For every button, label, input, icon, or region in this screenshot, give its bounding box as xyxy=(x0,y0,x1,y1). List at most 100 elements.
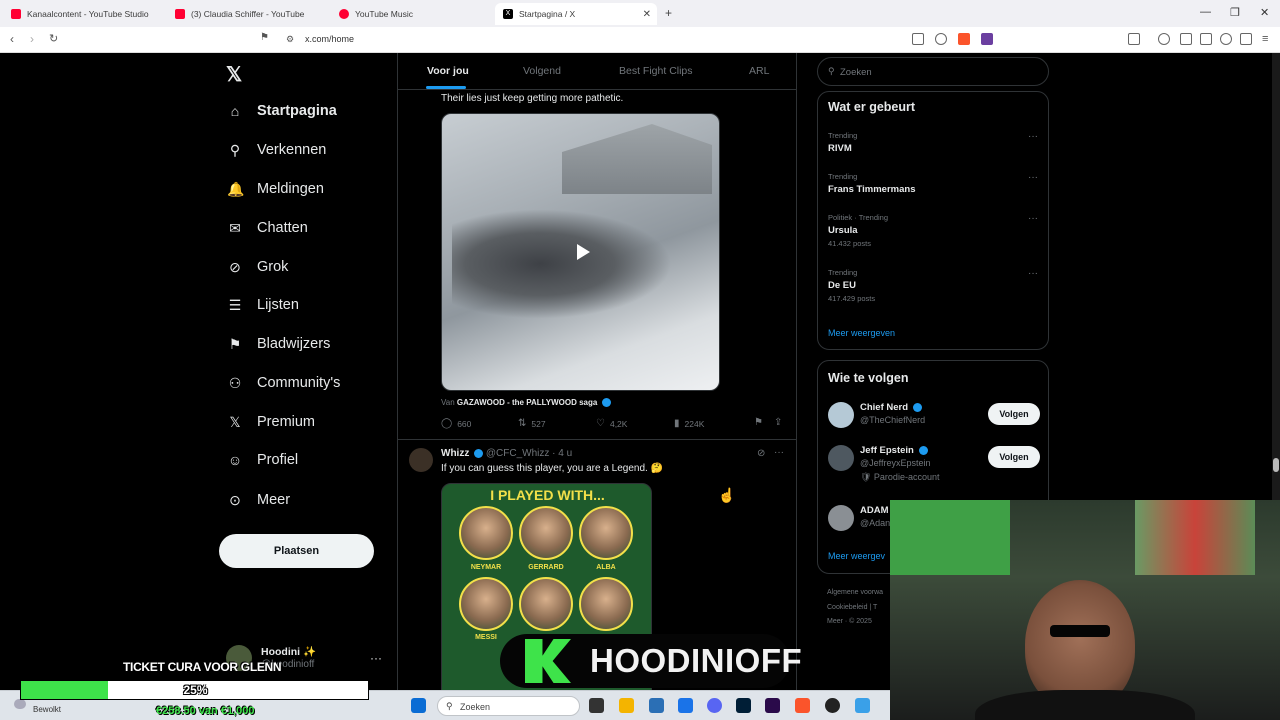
browser-tab-bar: Kanaalcontent - YouTube Studio (3) Claud… xyxy=(0,0,1280,27)
more-dots-icon[interactable]: ··· xyxy=(1028,131,1038,142)
browser-tab-youtube-music[interactable]: YouTube Music xyxy=(332,3,497,25)
premiere-icon[interactable] xyxy=(765,698,780,713)
media-icon[interactable] xyxy=(1158,33,1170,45)
webcam-overlay xyxy=(890,500,1280,720)
share-icon[interactable] xyxy=(935,33,947,45)
sidebar-item-startpagina[interactable]: ⌂ Startpagina xyxy=(227,103,337,119)
vpn-icon[interactable] xyxy=(1240,33,1252,45)
tab-best-fight-clips[interactable]: Best Fight Clips xyxy=(619,65,693,77)
taskbar-search[interactable]: ⚲ Zoeken xyxy=(437,696,580,716)
discord-icon[interactable] xyxy=(707,698,722,713)
video-thumbnail[interactable] xyxy=(441,113,720,391)
search-input[interactable]: ⚲ Zoeken xyxy=(817,57,1049,86)
task-view-icon[interactable] xyxy=(589,698,604,713)
trend-item[interactable]: Trending RIVM ··· xyxy=(828,131,1038,154)
more-dots-icon[interactable]: ··· xyxy=(370,651,382,665)
file-explorer-icon[interactable] xyxy=(619,698,634,713)
sidebar-toggle-icon[interactable] xyxy=(1128,33,1140,45)
search-placeholder: Zoeken xyxy=(840,67,872,78)
tab-voor-jou[interactable]: Voor jou xyxy=(427,65,469,77)
more-dots-icon[interactable]: ··· xyxy=(1028,268,1038,279)
browser-tab-x-home[interactable]: X Startpagina / X ✕ xyxy=(495,3,657,25)
avatar[interactable] xyxy=(409,448,433,472)
show-more-link[interactable]: Meer weergeven xyxy=(828,328,895,338)
maximize-icon[interactable]: ❐ xyxy=(1230,6,1240,19)
like-button[interactable]: ♡ 4,2K xyxy=(596,418,627,429)
weather-text[interactable]: Bewolkt xyxy=(33,705,61,714)
sidebar-item-lijsten[interactable]: ☰ Lijsten xyxy=(227,297,299,313)
search-icon: ⚲ xyxy=(446,701,453,711)
footer-link[interactable]: Algemene voorwa xyxy=(827,589,883,596)
photoshop-icon[interactable] xyxy=(736,698,751,713)
browser-tab-claudia-schiffer[interactable]: (3) Claudia Schiffer - YouTube xyxy=(168,3,333,25)
sidebar-item-grok[interactable]: ⊘ Grok xyxy=(227,259,288,275)
sidebar-item-verkennen[interactable]: ⚲ Verkennen xyxy=(227,142,326,158)
trend-item[interactable]: Politiek · Trending Ursula 41.432 posts … xyxy=(828,213,1038,248)
views-button[interactable]: ▮ 224K xyxy=(674,418,704,429)
bookmark-button[interactable]: ⚑ xyxy=(754,417,768,428)
back-icon[interactable]: ‹ xyxy=(10,32,14,46)
forward-icon[interactable]: › xyxy=(30,32,34,46)
scrollbar-thumb[interactable] xyxy=(1273,458,1279,472)
reader-icon[interactable] xyxy=(1180,33,1192,45)
new-tab-button[interactable]: + xyxy=(665,6,672,20)
more-dots-icon[interactable]: ··· xyxy=(1028,213,1038,224)
follow-suggestion[interactable]: Jeff Epstein @JeffreyxEpstein 🛡 Parodie-… xyxy=(828,445,1040,493)
sidebar-item-chatten[interactable]: ✉ Chatten xyxy=(227,220,308,236)
reply-button[interactable]: ◯ 660 xyxy=(441,418,471,429)
video-source[interactable]: Van GAZAWOOD - the PALLYWOOD saga xyxy=(441,398,611,408)
grok-icon[interactable]: ⊘ xyxy=(757,448,765,459)
site-info-icon[interactable]: ⚙ xyxy=(286,34,294,45)
brave-shield-icon[interactable] xyxy=(958,33,970,45)
trend-item[interactable]: Trending De EU 417.429 posts ··· xyxy=(828,268,1038,303)
weather-icon[interactable] xyxy=(14,699,26,709)
windows-start-icon[interactable] xyxy=(411,698,426,713)
tab-volgend[interactable]: Volgend xyxy=(523,65,561,77)
x-logo-icon[interactable]: 𝕏 xyxy=(226,62,242,87)
follow-button[interactable]: Volgen xyxy=(988,446,1040,468)
ai-icon[interactable] xyxy=(1220,33,1232,45)
sidebar-item-profiel[interactable]: ☺ Profiel xyxy=(227,452,298,468)
screen-icon[interactable] xyxy=(912,33,924,45)
trend-item[interactable]: Trending Frans Timmermans ··· xyxy=(828,172,1038,195)
footer-link[interactable]: Cookiebeleid | T xyxy=(827,604,877,611)
play-icon[interactable] xyxy=(572,242,592,262)
close-tab-icon[interactable]: ✕ xyxy=(643,9,651,20)
wallet-icon[interactable] xyxy=(1200,33,1212,45)
bookmark-icon[interactable]: ⚑ xyxy=(260,32,269,43)
sidebar-item-premium[interactable]: 𝕏 Premium xyxy=(227,414,315,430)
post-button[interactable]: Plaatsen xyxy=(219,534,374,568)
reload-icon[interactable]: ↻ xyxy=(49,32,58,45)
share-button[interactable]: ⇪ xyxy=(774,417,787,428)
player-name: NEYMAR xyxy=(470,564,502,571)
menu-icon[interactable]: ≡ xyxy=(1262,33,1268,45)
follow-button[interactable]: Volgen xyxy=(988,403,1040,425)
brave-icon[interactable] xyxy=(795,698,810,713)
footer-link[interactable]: Meer · © 2025 xyxy=(827,618,872,625)
sidebar-item-bladwijzers[interactable]: ⚑ Bladwijzers xyxy=(227,336,331,352)
obs-icon[interactable] xyxy=(825,698,840,713)
more-dots-icon[interactable]: ··· xyxy=(774,447,784,458)
app-icon[interactable] xyxy=(678,698,693,713)
tab-arl[interactable]: ARL xyxy=(749,65,769,77)
sidebar-item-meldingen[interactable]: 🔔 Meldingen xyxy=(227,181,324,197)
more-dots-icon[interactable]: ··· xyxy=(1028,172,1038,183)
url-field[interactable]: x.com/home xyxy=(305,34,354,44)
browser-tab-youtube-studio[interactable]: Kanaalcontent - YouTube Studio xyxy=(4,3,169,25)
sidebar-item-communitys[interactable]: ⚇ Community's xyxy=(227,375,341,391)
avatar[interactable] xyxy=(828,402,854,428)
sidebar-item-meer[interactable]: ⊙ Meer xyxy=(227,492,290,508)
follow-suggestion[interactable]: Chief Nerd @TheChiefNerd Volgen xyxy=(828,402,1040,442)
repost-button[interactable]: ⇅ 527 xyxy=(518,418,546,429)
sidebar-item-label: Verkennen xyxy=(257,142,327,158)
author-name[interactable]: Whizz xyxy=(441,448,469,459)
avatar[interactable] xyxy=(828,505,854,531)
minimize-icon[interactable]: — xyxy=(1200,6,1211,18)
brave-rewards-icon[interactable] xyxy=(981,33,993,45)
show-more-link[interactable]: Meer weergev xyxy=(828,551,885,561)
avatar[interactable] xyxy=(828,445,854,471)
app-icon[interactable] xyxy=(855,698,870,713)
author-handle[interactable]: @CFC_Whizz xyxy=(486,448,550,459)
app-icon[interactable] xyxy=(649,698,664,713)
close-window-icon[interactable]: ✕ xyxy=(1260,6,1269,19)
